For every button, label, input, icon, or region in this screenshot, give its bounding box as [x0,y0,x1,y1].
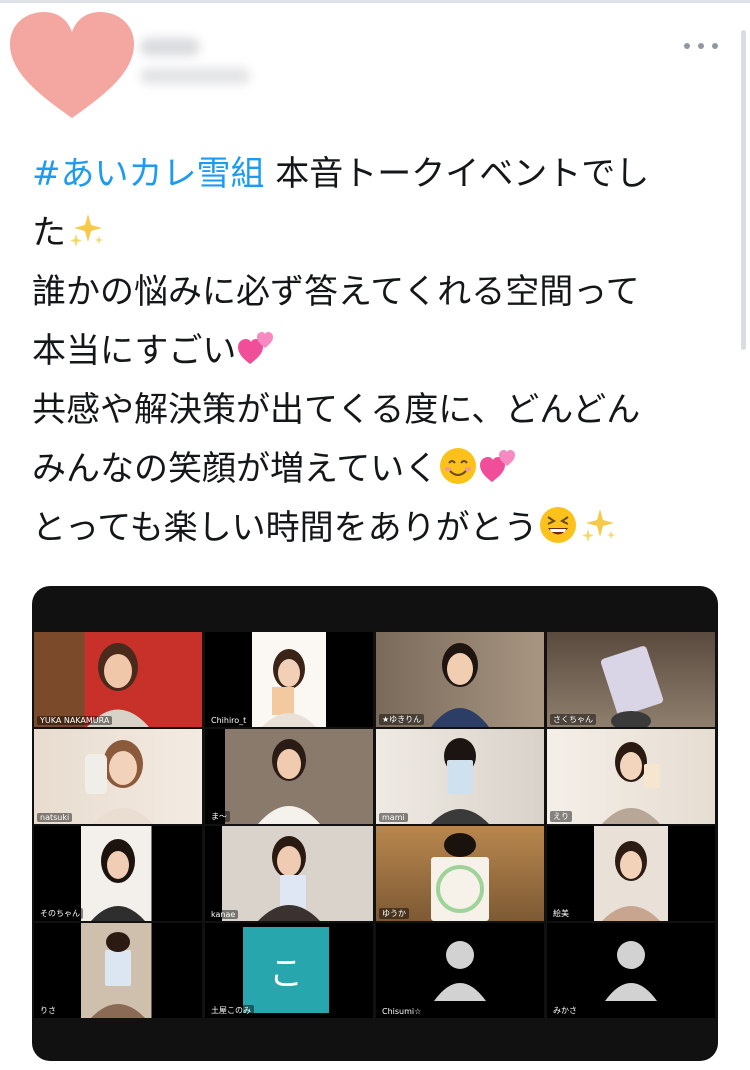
video-tile: Chihiro_t [205,632,373,727]
video-tile: 絵美 [547,826,715,921]
grinning-squinting-face-emoji-icon [538,505,578,545]
participant-name: Chisumi☆ [379,1007,425,1016]
top-divider [0,0,750,3]
participant-video [258,836,320,921]
video-tile: mami [376,729,544,824]
more-options-button[interactable] [684,34,718,58]
dot-icon [698,43,704,49]
video-tile: さくちゃん [547,632,715,727]
tweet-text-segment: 本音トークイベントでし [264,154,650,194]
person-placeholder-icon [434,941,486,1001]
participant-name: さくちゃん [550,714,596,725]
tweet-line-4: 本当にすごい [32,322,712,381]
participant-name: Chihiro_t [208,716,250,725]
participant-video [600,646,664,727]
participant-name: ★ゆきりん [379,714,425,725]
video-tile: natsuki [34,729,202,824]
video-tile: みかさ [547,923,715,1018]
video-tile: りさ [34,923,202,1018]
tweet-text-segment: みんなの笑顔が増えていく [32,449,439,489]
participant-name: りさ [37,1005,59,1016]
tweet-line-1: #あいカレ雪組 本音トークイベントでし [32,145,712,204]
sparkles-emoji-icon [66,210,106,250]
tweet-line-6: みんなの笑顔が増えていく [32,440,712,499]
heart-icon [10,12,134,118]
participant-name: そのちゃん [37,908,83,919]
video-call-grid: YUKA NAKAMURA Chihiro_t ★ゆきりん さくちゃん nats… [32,630,718,1020]
tweet-text-segment: た [32,213,66,253]
attached-photo[interactable]: YUKA NAKAMURA Chihiro_t ★ゆきりん さくちゃん nats… [32,586,718,1061]
two-hearts-emoji-icon [236,328,276,368]
sparkles-emoji-icon [578,505,618,545]
video-tile: ゆうか [376,826,544,921]
hashtag-link[interactable]: #あいカレ雪組 [32,154,265,194]
smiling-face-emoji-icon [438,446,478,486]
tweet-line-3: 誰かの悩みに必ず答えてくれる空間って [32,263,712,322]
participant-name: 絵美 [550,908,572,919]
author-handle-blurred [140,68,250,84]
participant-video [91,839,145,921]
participant-video [431,833,489,921]
dot-icon [684,43,690,49]
participant-video [258,739,320,824]
participant-video [91,932,145,1018]
video-tile: YUKA NAKAMURA [34,632,202,727]
video-tile: そのちゃん [34,826,202,921]
participant-name: ま～ [208,811,230,822]
participant-name: mami [379,813,408,822]
participant-video [262,649,316,727]
scrollbar[interactable] [741,30,746,350]
participant-video [431,738,489,824]
video-tile: ま～ [205,729,373,824]
video-tile: Chisumi☆ [376,923,544,1018]
avatar[interactable] [8,10,136,122]
tweet-text: #あいカレ雪組 本音トークイベントでし た 誰かの悩みに必ず答えてくれる空間って… [32,145,712,558]
participant-name: ゆうか [379,908,409,919]
video-tile: えり [547,729,715,824]
tweet-text-segment: とっても楽しい時間をありがとう [32,508,538,548]
tweet-line-2: た [32,204,712,263]
person-placeholder-icon [605,941,657,1001]
tweet-text-segment: 共感や解決策が出てくる度に、どんどん [32,390,641,430]
participant-video [602,742,660,824]
author-name-blurred [140,38,200,56]
participant-name: YUKA NAKAMURA [37,716,113,725]
video-tile: kanae [205,826,373,921]
participant-name: kanae [208,910,239,919]
participant-name: みかさ [550,1005,580,1016]
participant-name: 土屋このみ [208,1005,254,1016]
dot-icon [712,43,718,49]
tweet-line-7: とっても楽しい時間をありがとう [32,499,712,558]
video-tile: こ 土屋このみ [205,923,373,1018]
participant-name: natsuki [37,813,73,822]
two-hearts-emoji-icon [478,446,518,486]
tweet-text-segment: 誰かの悩みに必ず答えてくれる空間って [32,272,640,312]
participant-video [431,643,489,727]
participant-video [602,841,660,921]
tweet-line-5: 共感や解決策が出てくる度に、どんどん [32,381,712,440]
participant-video [85,740,153,824]
video-tile: ★ゆきりん [376,632,544,727]
participant-name: えり [550,811,572,822]
participant-initial-avatar: こ [243,927,329,1013]
tweet-text-segment: 本当にすごい [32,331,237,371]
participant-initial: こ [269,953,303,994]
participant-video [87,643,149,727]
